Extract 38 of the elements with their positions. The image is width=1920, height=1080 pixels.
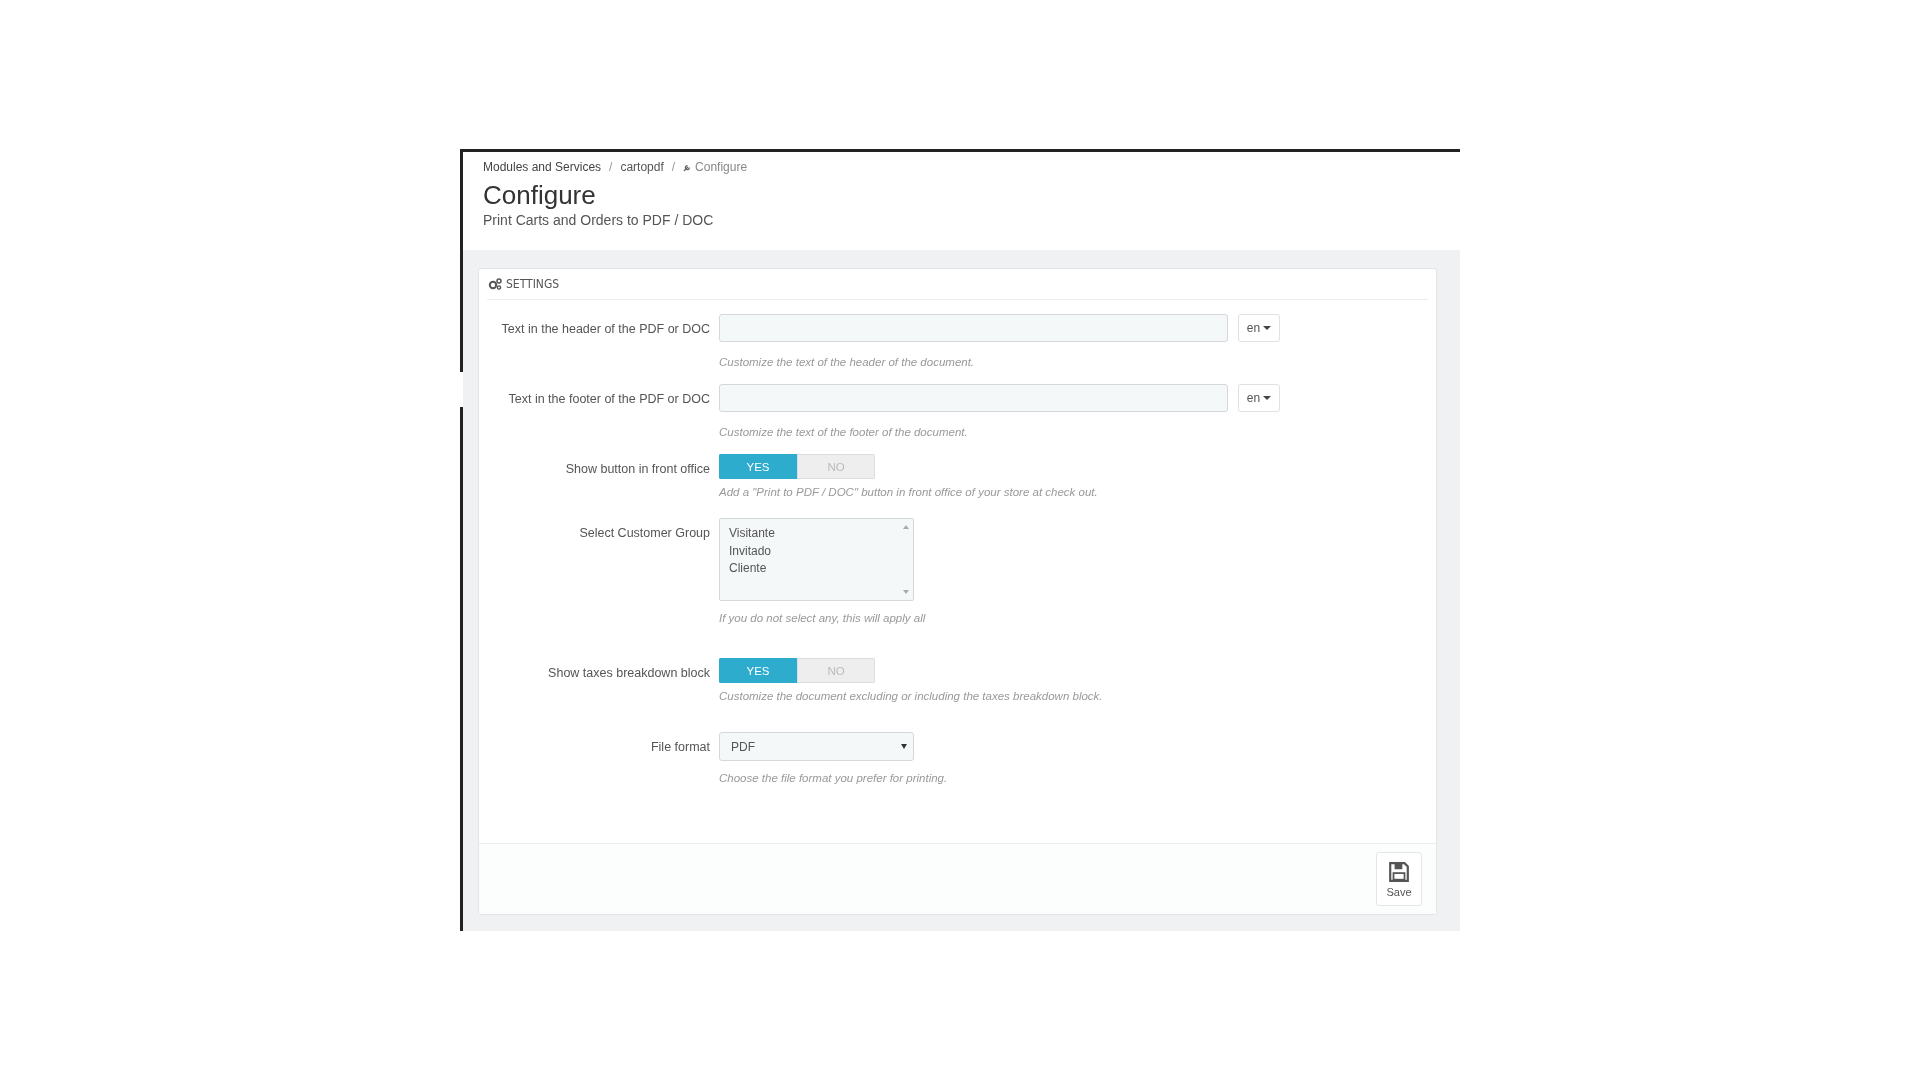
field-label: Show button in front office bbox=[564, 461, 711, 478]
breadcrumb-separator: / bbox=[671, 160, 676, 174]
save-button[interactable]: Save bbox=[1376, 852, 1422, 906]
page-title: Configure bbox=[483, 180, 597, 211]
text-field[interactable] bbox=[719, 384, 1228, 412]
list-option[interactable]: Visitante bbox=[729, 525, 890, 543]
wrench-icon bbox=[683, 162, 693, 172]
help-text: Customize the text of the header of the document. bbox=[719, 356, 975, 368]
breadcrumb-link[interactable]: Configure bbox=[695, 160, 748, 174]
field-label: Text in the header of the PDF or DOC bbox=[500, 321, 711, 338]
breadcrumb-link[interactable]: Modules and Services bbox=[483, 160, 602, 174]
help-text: Add a "Print to PDF / DOC" button in front office of your store at check out. bbox=[719, 486, 1098, 498]
help-text: If you do not select any, this will apply all bbox=[719, 612, 926, 624]
panel-title: SETTINGS bbox=[506, 277, 560, 291]
caret-icon bbox=[901, 744, 907, 749]
text-field[interactable] bbox=[719, 314, 1228, 342]
language-dropdown[interactable]: en bbox=[1238, 314, 1280, 342]
customer-group-list[interactable]: Visitante Invitado Cliente bbox=[719, 518, 914, 601]
list-option[interactable]: Invitado bbox=[729, 542, 890, 560]
field-label: Show taxes breakdown block bbox=[547, 665, 711, 682]
field-label: Text in the footer of the PDF or DOC bbox=[507, 391, 711, 408]
scroll-down-icon[interactable] bbox=[903, 590, 909, 594]
help-text: Customize the text of the footer of the document. bbox=[719, 426, 968, 438]
page-subtitle: Print Carts and Orders to PDF / DOC bbox=[483, 212, 715, 228]
field-label: Select Customer Group bbox=[578, 525, 711, 542]
help-text: Customize the document excluding or including the taxes breakdown block. bbox=[719, 690, 1103, 702]
field-label: File format bbox=[649, 739, 711, 756]
help-text: Choose the file format you prefer for printing. bbox=[719, 772, 948, 784]
scroll-up-icon[interactable] bbox=[903, 525, 909, 529]
list-option[interactable]: Cliente bbox=[729, 560, 890, 578]
language-dropdown[interactable]: en bbox=[1238, 384, 1280, 412]
caret-icon bbox=[1263, 396, 1272, 400]
gears-icon bbox=[488, 278, 502, 290]
breadcrumb-link[interactable]: cartopdf bbox=[620, 160, 664, 174]
breadcrumb-separator: / bbox=[609, 160, 613, 174]
file-format-select[interactable]: PDF bbox=[719, 732, 914, 761]
save-icon bbox=[1388, 860, 1410, 883]
caret-icon bbox=[1263, 326, 1272, 330]
